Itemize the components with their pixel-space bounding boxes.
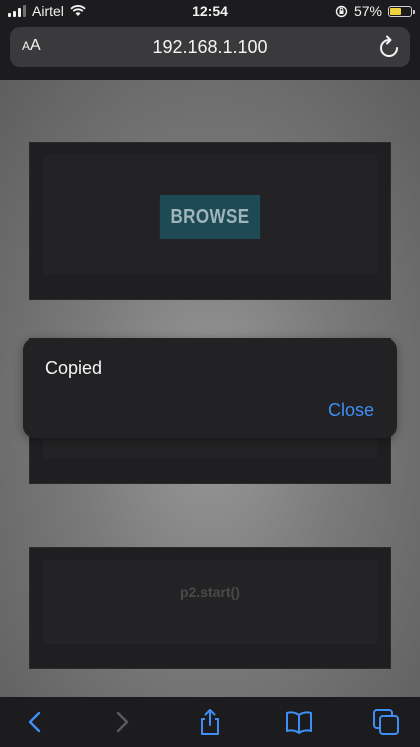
browser-top-chrome: Airtel 12:54 57% AA 192.168.1.100	[0, 0, 420, 80]
address-bar[interactable]: AA 192.168.1.100	[10, 27, 410, 67]
bookmarks-icon[interactable]	[285, 708, 313, 736]
code-panel-inner	[43, 560, 377, 644]
url-field[interactable]: 192.168.1.100	[10, 37, 410, 58]
browse-panel: BROWSE	[29, 142, 391, 300]
reload-icon[interactable]	[378, 35, 400, 59]
forward-icon[interactable]	[107, 708, 135, 736]
code-text: p2.start()	[180, 584, 240, 600]
status-bar: Airtel 12:54 57%	[0, 0, 420, 24]
battery-percent: 57%	[353, 3, 382, 19]
battery-fill	[390, 7, 401, 15]
code-panel: p2.start()	[29, 547, 391, 669]
close-button[interactable]: Close	[328, 400, 374, 421]
share-icon[interactable]	[196, 708, 224, 736]
copied-alert: Copied Close	[23, 338, 397, 438]
orientation-lock-icon	[335, 5, 348, 17]
alert-message: Copied	[45, 358, 103, 378]
tabs-icon[interactable]	[372, 708, 400, 736]
battery-icon	[388, 5, 415, 17]
browse-button[interactable]: BROWSE	[159, 195, 261, 239]
back-icon[interactable]	[22, 708, 50, 736]
status-right: 57%	[335, 3, 415, 19]
bottom-toolbar	[0, 697, 420, 747]
